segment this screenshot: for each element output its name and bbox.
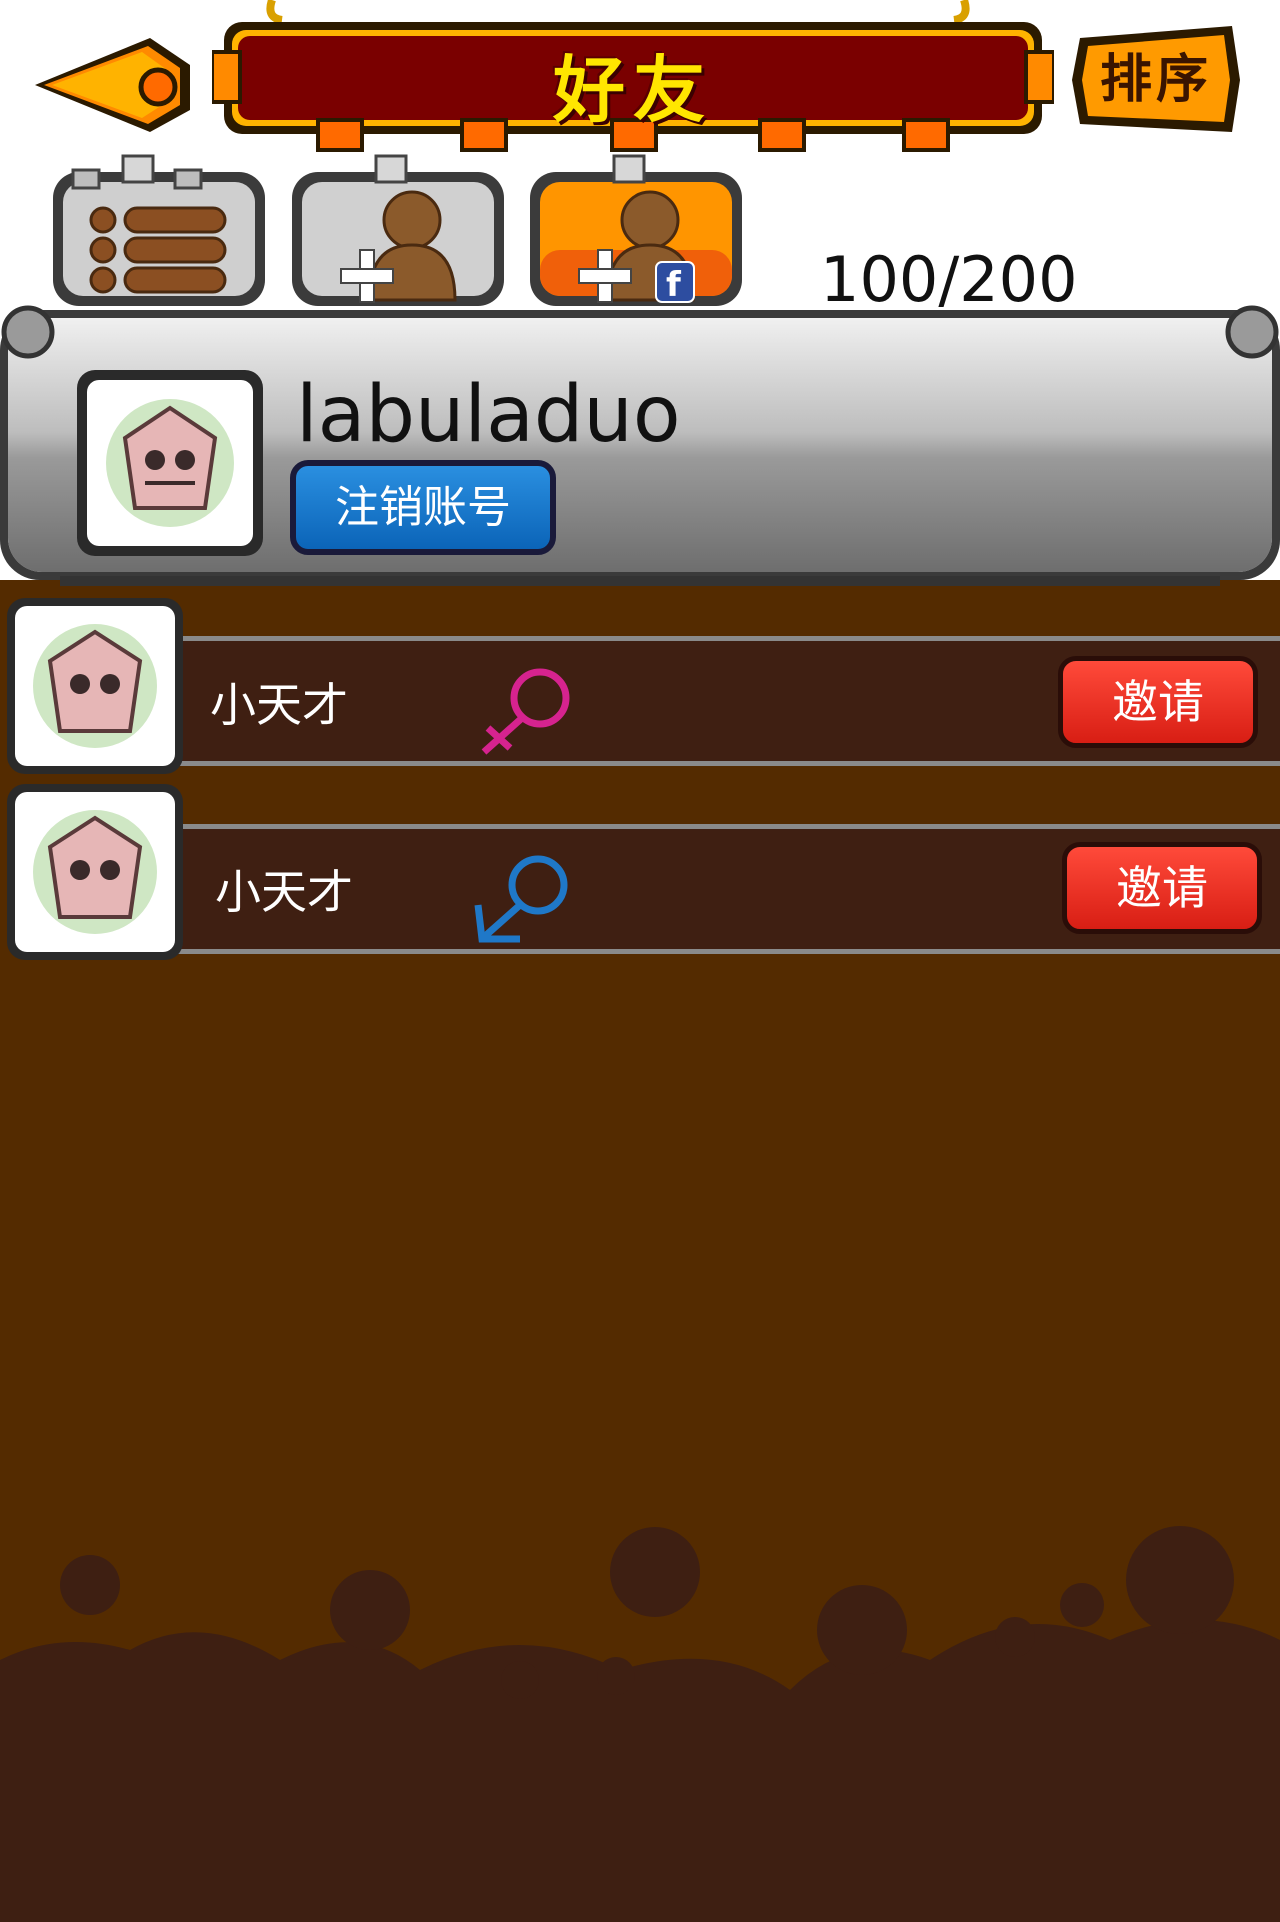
account-avatar[interactable] <box>75 368 265 558</box>
back-arrow-icon <box>35 38 190 132</box>
friend-avatar[interactable] <box>5 596 185 776</box>
tab-add-friend[interactable] <box>284 150 514 320</box>
list-icon <box>89 206 227 294</box>
tab-facebook-friends[interactable]: f <box>522 150 752 320</box>
tab-friend-list[interactable] <box>45 150 275 320</box>
back-button[interactable] <box>30 30 200 140</box>
svg-text:f: f <box>666 265 682 305</box>
male-icon <box>470 845 580 945</box>
female-icon <box>470 660 580 760</box>
invite-button[interactable]: 邀请 <box>1058 656 1258 748</box>
sort-label: 排序 <box>1099 49 1212 110</box>
friend-avatar[interactable] <box>5 782 185 962</box>
friend-name: 小天才 <box>215 865 353 919</box>
page-title: 好友 <box>552 47 713 132</box>
friend-name: 小天才 <box>210 678 348 732</box>
logout-button[interactable]: 注销账号 <box>290 460 556 555</box>
invite-button[interactable]: 邀请 <box>1062 842 1262 934</box>
bubbles-decoration <box>0 1526 1280 1922</box>
account-username: labuladuo <box>296 370 681 460</box>
friend-list-area[interactable] <box>0 580 1280 1922</box>
